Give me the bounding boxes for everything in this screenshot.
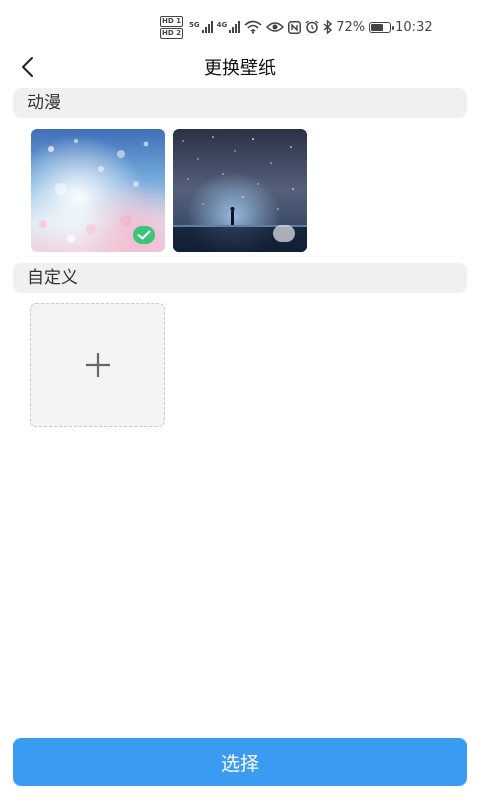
section-header-custom: 自定义 bbox=[13, 263, 467, 293]
signal-bars-icon bbox=[201, 21, 213, 33]
net2-label: 4G bbox=[216, 21, 228, 29]
add-custom-wallpaper-button[interactable] bbox=[30, 303, 165, 427]
battery-icon bbox=[369, 21, 395, 33]
net1-label: 5G bbox=[188, 21, 200, 29]
signal-bars-icon bbox=[229, 21, 241, 33]
section-header-anime: 动漫 bbox=[13, 88, 467, 118]
clock: 10:32 bbox=[395, 19, 433, 35]
plus-icon bbox=[85, 353, 110, 377]
wifi-icon bbox=[244, 20, 262, 34]
selected-check-icon bbox=[133, 226, 155, 244]
nfc-icon bbox=[288, 20, 302, 34]
status-icons: HD 1 HD 2 5G 4G 72% 10:32 bbox=[160, 15, 433, 39]
alarm-icon bbox=[305, 20, 319, 34]
page-title: 更换壁纸 bbox=[204, 58, 276, 79]
anime-wallpaper-1[interactable] bbox=[31, 129, 165, 252]
signal-2: 4G bbox=[217, 21, 241, 33]
bluetooth-icon bbox=[323, 20, 333, 34]
signal-1: 5G bbox=[189, 21, 213, 33]
status-bar: HD 1 HD 2 5G 4G 72% 10:32 bbox=[0, 0, 480, 50]
nav-bar: 更换壁纸 bbox=[0, 50, 480, 84]
anime-wallpaper-2[interactable] bbox=[173, 129, 307, 252]
hd1-badge: HD 1 bbox=[160, 15, 183, 27]
battery-fill bbox=[371, 23, 384, 31]
hd2-badge: HD 2 bbox=[160, 27, 183, 39]
battery-percent: 72% bbox=[336, 19, 366, 35]
select-button[interactable]: 选择 bbox=[13, 738, 467, 786]
hd-indicators: HD 1 HD 2 bbox=[160, 15, 183, 39]
eye-icon bbox=[266, 22, 285, 32]
unselected-circle-icon bbox=[273, 225, 295, 242]
